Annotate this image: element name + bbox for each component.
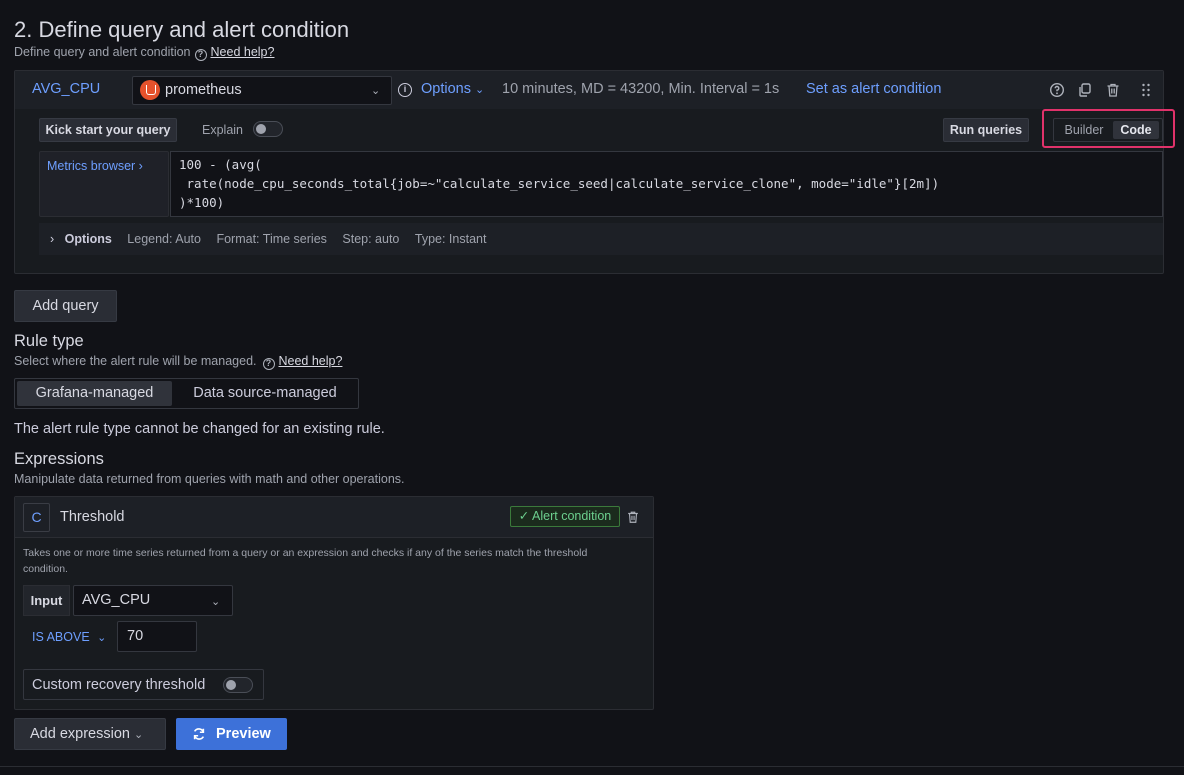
chevron-right-icon: › xyxy=(50,232,55,246)
type-option: Type: Instant xyxy=(414,232,487,246)
query-options-summary: 10 minutes, MD = 43200, Min. Interval = … xyxy=(502,81,780,97)
query-ref-id[interactable]: AVG_CPU xyxy=(32,81,100,97)
run-queries-button[interactable]: Run queries xyxy=(943,118,1029,142)
rule-type-subtitle-text: Select where the alert rule will be mana… xyxy=(14,354,257,368)
add-expression-label: Add expression xyxy=(30,726,130,742)
alert-condition-badge: ✓ Alert condition xyxy=(510,506,620,527)
custom-recovery-label: Custom recovery threshold xyxy=(32,677,206,693)
help-icon: ? xyxy=(262,358,275,370)
datasource-managed-option[interactable]: Data source-managed xyxy=(175,381,355,406)
rule-type-help-link[interactable]: Need help? xyxy=(279,354,343,368)
input-select-value: AVG_CPU xyxy=(82,592,151,608)
code-line-2: rate(node_cpu_seconds_total{job=~"calcul… xyxy=(179,176,940,191)
preview-button[interactable]: Preview xyxy=(176,718,287,750)
kick-start-query-button[interactable]: Kick start your query xyxy=(39,118,177,142)
chevron-down-icon: ⌄ xyxy=(371,85,381,97)
need-help-link[interactable]: Need help? xyxy=(211,45,275,59)
section-title: 2. Define query and alert condition xyxy=(14,17,350,42)
metrics-browser-button[interactable]: Metrics browser › xyxy=(47,159,143,173)
threshold-value-input[interactable]: 70 xyxy=(117,621,197,652)
expressions-title: Expressions xyxy=(14,450,104,468)
add-expression-button[interactable]: Add expression ⌄ xyxy=(14,718,166,750)
expressions-subtitle: Manipulate data returned from queries wi… xyxy=(14,472,405,486)
options-row-label: Options xyxy=(64,232,112,246)
code-line-3: )*100) xyxy=(179,195,224,210)
trash-icon[interactable] xyxy=(626,510,640,524)
code-line-3-text: )*100) xyxy=(179,195,225,210)
duplicate-icon[interactable] xyxy=(1077,82,1093,98)
help-icon[interactable] xyxy=(1049,82,1065,98)
threshold-operator-label: IS ABOVE xyxy=(32,630,90,644)
custom-recovery-toggle[interactable] xyxy=(223,677,253,693)
datasource-name: prometheus xyxy=(165,82,242,98)
set-alert-condition-button[interactable]: Set as alert condition xyxy=(806,81,941,97)
threshold-operator-select[interactable]: IS ABOVE ⌄ xyxy=(32,630,106,644)
query-options-toggle[interactable]: Options ⌄ xyxy=(421,81,484,97)
rule-type-note: The alert rule type cannot be changed fo… xyxy=(14,421,385,437)
info-icon[interactable]: i xyxy=(398,83,412,97)
chevron-down-icon: ⌄ xyxy=(133,729,144,741)
step-option: Step: auto xyxy=(342,232,400,246)
preview-label: Preview xyxy=(216,726,271,742)
legend-option: Legend: Auto xyxy=(127,232,201,246)
expression-type-title: Threshold xyxy=(60,509,125,525)
trash-icon[interactable] xyxy=(1105,82,1121,98)
explain-label: Explain xyxy=(202,123,243,137)
annotation-highlight-box xyxy=(1042,109,1175,148)
divider xyxy=(0,766,1184,767)
refresh-icon xyxy=(193,728,205,740)
input-label: Input xyxy=(23,585,70,616)
explain-toggle[interactable] xyxy=(253,121,283,137)
query-options-label: Options xyxy=(421,81,471,97)
code-line-1-text: 100 - (avg( xyxy=(179,157,262,172)
expression-description: Takes one or more time series returned f… xyxy=(23,547,588,575)
section-subtitle-text: Define query and alert condition xyxy=(14,45,191,59)
help-icon: ? xyxy=(194,49,207,61)
drag-handle-icon[interactable] xyxy=(1138,82,1154,98)
query-code-editor[interactable]: 100 - (avg( rate(node_cpu_seconds_total{… xyxy=(170,151,1163,217)
add-query-button[interactable]: Add query xyxy=(14,290,117,322)
query-options-summary-row: › Options Legend: Auto Format: Time seri… xyxy=(50,232,486,246)
chevron-down-icon: ⌄ xyxy=(97,632,107,644)
grafana-managed-option[interactable]: Grafana-managed xyxy=(17,381,172,406)
section-subtitle: Define query and alert condition? Need he… xyxy=(14,45,274,61)
chevron-down-icon: ⌄ xyxy=(211,596,221,608)
rule-type-subtitle: Select where the alert rule will be mana… xyxy=(14,354,342,370)
expression-ref-id[interactable]: C xyxy=(23,503,50,532)
format-option: Format: Time series xyxy=(216,232,327,246)
prometheus-logo-icon xyxy=(140,80,160,100)
rule-type-title: Rule type xyxy=(14,332,84,350)
code-line-1: 100 - (avg( xyxy=(179,157,262,172)
chevron-down-icon: ⌄ xyxy=(475,84,485,96)
code-line-2-text: rate(node_cpu_seconds_total{job=~"calcul… xyxy=(179,176,940,191)
